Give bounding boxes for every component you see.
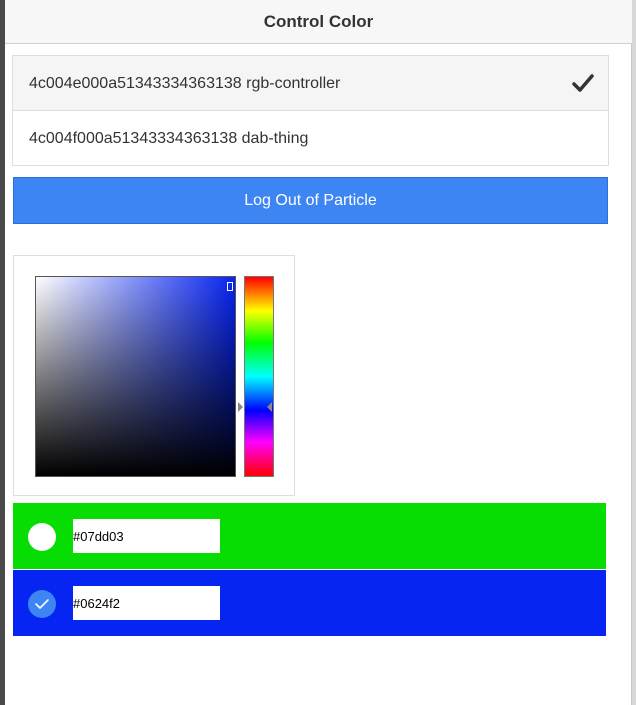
color-swatch-row[interactable] [13, 570, 606, 636]
device-list: 4c004e000a51343334363138 rgb-controller … [12, 55, 609, 166]
hex-color-input[interactable] [73, 586, 220, 620]
saturation-value-field[interactable] [35, 276, 236, 477]
logout-button[interactable]: Log Out of Particle [13, 177, 608, 224]
window-edge-left [0, 0, 5, 705]
device-label: 4c004f000a51343334363138 dab-thing [29, 130, 309, 147]
hex-color-input[interactable] [73, 519, 220, 553]
page-title: Control Color [5, 0, 632, 44]
color-swatch-row[interactable] [13, 503, 606, 569]
device-item-dab-thing[interactable]: 4c004f000a51343334363138 dab-thing [13, 111, 608, 166]
scrollbar-track[interactable] [632, 0, 636, 705]
swatch-select-radio[interactable] [28, 523, 56, 551]
color-picker [13, 255, 295, 496]
window-divider [631, 44, 632, 705]
hue-slider[interactable] [244, 276, 274, 477]
checkmark-icon [572, 74, 594, 92]
device-label: 4c004e000a51343334363138 rgb-controller [29, 75, 341, 92]
device-item-rgb-controller[interactable]: 4c004e000a51343334363138 rgb-controller [13, 56, 608, 111]
sv-cursor-handle[interactable] [227, 282, 233, 291]
swatch-select-radio[interactable] [28, 590, 56, 618]
hue-arrow-right-icon[interactable] [267, 402, 272, 412]
check-icon [35, 599, 49, 609]
hue-arrow-left-icon[interactable] [238, 402, 243, 412]
